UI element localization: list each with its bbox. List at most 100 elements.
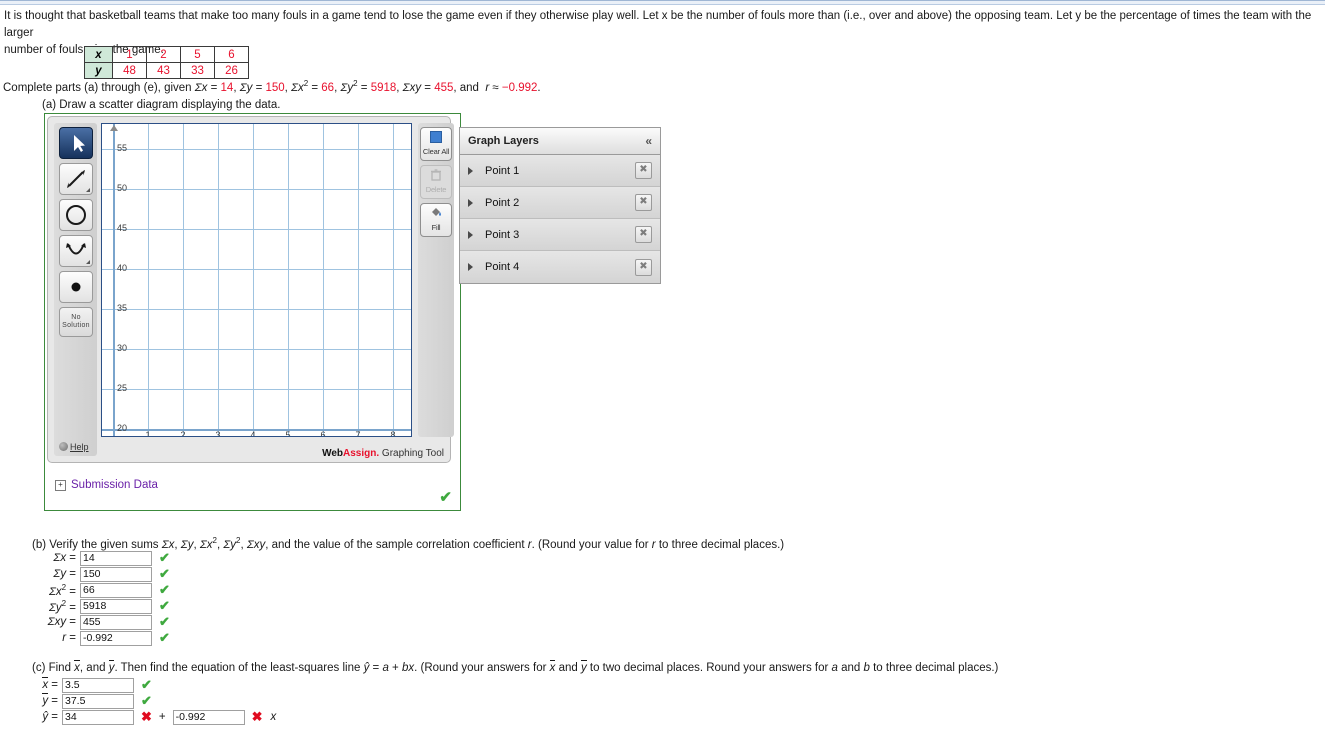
help-icon xyxy=(59,442,68,451)
given-sums-line: Complete parts (a) through (e), given Σx… xyxy=(3,79,541,94)
ybar-row: y = ✔ xyxy=(18,693,152,709)
arrow-icon xyxy=(60,128,92,158)
line-tool-button[interactable] xyxy=(59,163,93,195)
submission-data-link[interactable]: + Submission Data xyxy=(55,479,158,491)
y-tick-50: 50 xyxy=(117,183,128,193)
yhat-intercept-incorrect-mark: ✖ xyxy=(141,709,152,724)
graph-layers-panel: Graph Layers « Point 1 ✖ Point 2 ✖ Point… xyxy=(459,127,661,284)
part-a-answer-box: No Solution Help 55 50 45 40 35 30 25 20… xyxy=(44,113,461,511)
cell-x-4: 6 xyxy=(214,46,249,63)
layer-label: Point 4 xyxy=(485,261,520,273)
y-axis-arrow-icon xyxy=(110,125,118,131)
list-item[interactable]: Point 4 ✖ xyxy=(460,251,660,283)
table-row-label-y: y xyxy=(84,62,113,79)
yhat-intercept-input[interactable] xyxy=(62,709,134,725)
sum-xy-input[interactable] xyxy=(80,614,152,630)
help-label: Help xyxy=(70,442,89,452)
clear-all-button[interactable]: Clear All xyxy=(420,127,452,161)
delete-button[interactable]: Delete xyxy=(420,165,452,199)
point-tool-button[interactable] xyxy=(59,271,93,303)
delete-layer-icon[interactable]: ✖ xyxy=(635,162,652,179)
clear-all-label: Clear All xyxy=(422,147,450,156)
given-r: −0.992 xyxy=(501,81,538,94)
gridline-y-50 xyxy=(102,189,411,190)
list-item[interactable]: Point 2 ✖ xyxy=(460,187,660,219)
delete-layer-icon[interactable]: ✖ xyxy=(635,258,652,276)
data-table: x 1 2 5 6 y 48 43 33 26 xyxy=(84,46,249,79)
table-row-x: x 1 2 5 6 xyxy=(84,46,249,63)
yhat-row: ŷ = ✖ + ✖ x xyxy=(18,709,276,725)
parabola-tool-button[interactable] xyxy=(59,235,93,267)
x-tick-2: 2 xyxy=(180,430,186,437)
gridline-y-45 xyxy=(102,229,411,230)
table-row-label-x: x xyxy=(84,46,113,63)
select-tool-button[interactable] xyxy=(59,127,93,159)
plus-sign: + xyxy=(158,711,166,723)
sum-x-squared-correct-mark: ✔ xyxy=(159,582,170,597)
sum-x-input[interactable] xyxy=(80,550,152,566)
yhat-slope-input[interactable] xyxy=(172,709,245,725)
gridline-y-40 xyxy=(102,269,411,270)
tool-palette: No Solution Help xyxy=(54,123,97,456)
sum-xy-row: Σxy = ✔ xyxy=(18,614,170,630)
y-tick-55: 55 xyxy=(117,143,128,153)
fill-button[interactable]: Fill xyxy=(420,203,452,237)
expand-triangle-icon[interactable] xyxy=(468,230,473,239)
x-variable-suffix: x xyxy=(270,711,277,723)
delete-layer-icon[interactable]: ✖ xyxy=(635,194,652,211)
collapse-panel-icon[interactable]: « xyxy=(645,134,652,148)
xbar-input[interactable] xyxy=(62,677,134,693)
r-input[interactable] xyxy=(80,630,152,646)
graph-layers-header: Graph Layers « xyxy=(460,128,660,155)
given-sum-xy: 455 xyxy=(434,81,454,94)
graph-canvas[interactable]: 55 50 45 40 35 30 25 20 1 2 3 4 5 6 7 8 xyxy=(101,123,412,437)
x-tick-5: 5 xyxy=(285,430,291,437)
given-sum-x-squared: 66 xyxy=(321,81,335,94)
cell-y-3: 33 xyxy=(180,62,215,79)
ybar-input[interactable] xyxy=(62,693,134,709)
y-tick-20: 20 xyxy=(117,423,128,433)
r-correct-mark: ✔ xyxy=(159,630,170,645)
list-item[interactable]: Point 1 ✖ xyxy=(460,155,660,187)
ybar-correct-mark: ✔ xyxy=(141,693,152,708)
expand-triangle-icon[interactable] xyxy=(468,166,473,175)
y-tick-35: 35 xyxy=(117,303,128,313)
sum-y-squared-input[interactable] xyxy=(80,598,152,614)
x-tick-7: 7 xyxy=(355,430,361,437)
cell-y-2: 43 xyxy=(146,62,181,79)
r-row: r = ✔ xyxy=(18,630,170,646)
given-sum-y: 150 xyxy=(265,81,285,94)
part-c-question: (c) Find x, and y. Then find the equatio… xyxy=(32,662,999,674)
given-prefix: Complete parts (a) through (e), given xyxy=(3,81,195,94)
delete-layer-icon[interactable]: ✖ xyxy=(635,226,652,243)
no-solution-label-line2: Solution xyxy=(62,322,90,329)
trash-icon xyxy=(429,169,443,184)
x-tick-8: 8 xyxy=(390,430,396,437)
paint-bucket-icon xyxy=(429,208,443,222)
table-row-y: y 48 43 33 26 xyxy=(84,62,249,79)
xbar-label: x = xyxy=(42,679,58,691)
sum-x-label: Σx = xyxy=(53,552,76,564)
part-a-correct-mark: ✔ xyxy=(439,489,452,506)
sum-x-squared-input[interactable] xyxy=(80,582,152,598)
y-tick-25: 25 xyxy=(117,383,128,393)
sum-y-correct-mark: ✔ xyxy=(159,566,170,581)
x-tick-1: 1 xyxy=(145,430,151,437)
expand-triangle-icon[interactable] xyxy=(468,198,473,207)
sum-y-input[interactable] xyxy=(80,566,152,582)
gridline-y-55 xyxy=(102,149,411,150)
layer-label: Point 2 xyxy=(485,196,520,209)
no-solution-button[interactable]: No Solution xyxy=(59,307,93,337)
graphing-tool: No Solution Help 55 50 45 40 35 30 25 20… xyxy=(47,116,454,463)
help-link[interactable]: Help xyxy=(59,442,89,452)
no-solution-label-line1: No xyxy=(71,314,81,321)
sum-y-squared-label: Σy2 = xyxy=(48,598,76,614)
fill-label: Fill xyxy=(431,223,441,232)
expand-triangle-icon[interactable] xyxy=(468,263,473,271)
expand-icon[interactable]: + xyxy=(55,480,66,491)
list-item[interactable]: Point 3 ✖ xyxy=(460,219,660,251)
sum-x-correct-mark: ✔ xyxy=(159,550,170,565)
circle-tool-button[interactable] xyxy=(59,199,93,231)
sum-y-row: Σy = ✔ xyxy=(18,566,170,582)
brand-tool: Graphing Tool xyxy=(379,448,444,459)
